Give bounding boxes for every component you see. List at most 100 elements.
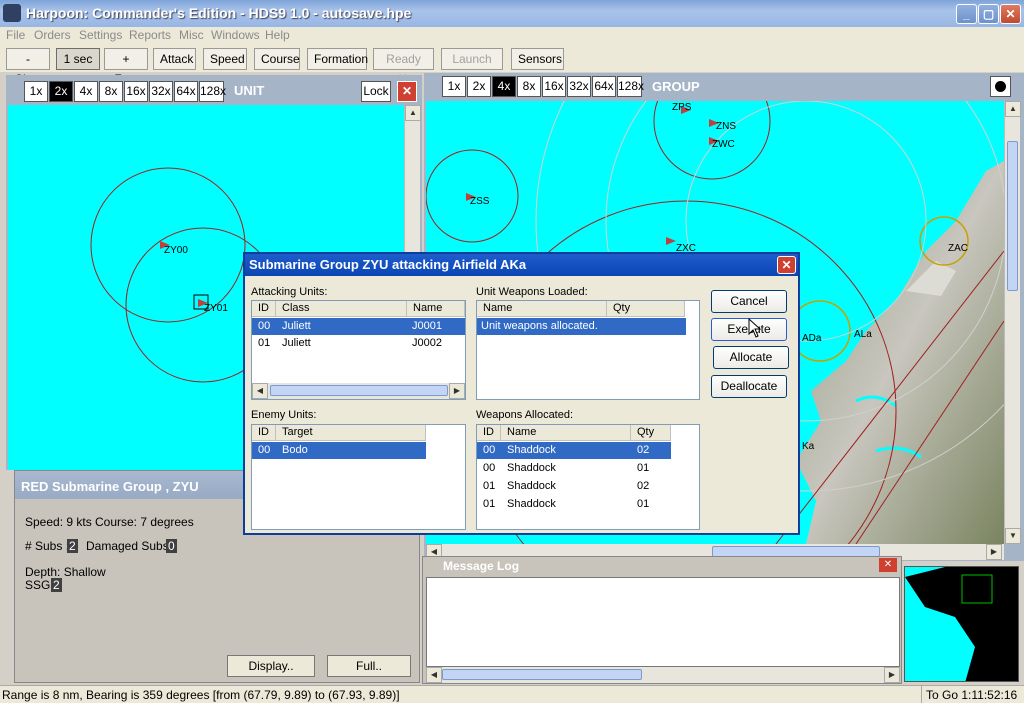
menu-windows[interactable]: Windows — [211, 28, 260, 42]
menu-misc[interactable]: Misc — [179, 28, 204, 42]
attacking-row-id: 01 — [258, 337, 271, 349]
weapons-loaded-list[interactable]: Name Qty Unit weapons allocated. — [476, 300, 700, 400]
attacking-row[interactable]: 01 Juliett J0002 — [252, 335, 465, 352]
group-zoom-1x[interactable]: 1x — [442, 76, 466, 97]
attacking-row[interactable]: 00 Juliett J0001 — [252, 318, 465, 335]
launch-button[interactable]: Launch — [441, 48, 503, 70]
unit-panel-close-button[interactable]: ✕ — [397, 81, 417, 102]
allocated-col-qty[interactable]: Qty — [631, 425, 671, 441]
allocated-row[interactable]: 00 Shaddock 01 — [477, 460, 671, 477]
group-scroll-down-arrow[interactable]: ▼ — [1005, 528, 1021, 544]
group-panel-title: GROUP — [652, 79, 700, 94]
group-zoom-16x[interactable]: 16x — [542, 76, 566, 97]
allocated-col-id[interactable]: ID — [477, 425, 501, 441]
attack-button[interactable]: Attack — [153, 48, 196, 70]
menu-help[interactable]: Help — [265, 28, 290, 42]
group-zoom-32x[interactable]: 32x — [567, 76, 591, 97]
group-record-button[interactable] — [990, 76, 1011, 97]
formation-button[interactable]: Formation — [307, 48, 368, 70]
allocated-row-id: 01 — [483, 480, 496, 492]
group-zoom-8x[interactable]: 8x — [517, 76, 541, 97]
allocated-row[interactable]: 00 Shaddock 02 — [477, 442, 671, 459]
course-text: Course: 7 degrees — [95, 515, 194, 529]
loaded-col-qty[interactable]: Qty — [607, 301, 685, 317]
group-zoom-bar: 1x 2x 4x 8x 16x 32x 64x 128x — [442, 76, 644, 97]
group-vscroll-thumb[interactable] — [1007, 141, 1018, 291]
lock-button[interactable]: Lock — [361, 81, 391, 102]
group-scroll-right-arrow[interactable]: ▶ — [986, 544, 1002, 560]
allocate-button[interactable]: Allocate — [713, 346, 789, 369]
attacking-units-label: Attacking Units: — [251, 286, 328, 298]
display-button[interactable]: Display.. — [227, 655, 315, 677]
unit-zoom-16x[interactable]: 16x — [124, 81, 148, 102]
cancel-button[interactable]: Cancel — [711, 290, 787, 313]
attacking-col-id[interactable]: ID — [252, 301, 276, 317]
fast-button[interactable]: + Fast — [104, 48, 148, 86]
group-scroll-up-arrow[interactable]: ▲ — [1005, 101, 1021, 117]
attacking-hscroll[interactable]: ◀ ▶ — [252, 383, 465, 399]
message-log-title: Message Log — [443, 559, 520, 573]
course-button[interactable]: Course — [254, 48, 300, 70]
allocated-row[interactable]: 01 Shaddock 02 — [477, 478, 671, 495]
attacking-scroll-right[interactable]: ▶ — [449, 383, 465, 399]
unit-zoom-32x[interactable]: 32x — [149, 81, 173, 102]
restore-button[interactable]: ▢ — [978, 4, 999, 24]
attacking-units-list[interactable]: ID Class Name 00 Juliett J0001 01 Juliet… — [251, 300, 466, 400]
message-log-area[interactable] — [426, 577, 900, 667]
allocated-col-name[interactable]: Name — [501, 425, 631, 441]
loaded-col-name[interactable]: Name — [477, 301, 607, 317]
speed-button[interactable]: Speed — [203, 48, 247, 70]
enemy-row-target: Bodo — [282, 444, 308, 456]
enemy-col-id[interactable]: ID — [252, 425, 276, 441]
message-log-close-button[interactable]: ✕ — [879, 558, 897, 572]
enemy-row[interactable]: 00 Bodo — [252, 442, 426, 459]
loaded-row[interactable]: Unit weapons allocated. — [477, 318, 686, 335]
menu-file[interactable]: File — [6, 28, 25, 42]
group-zoom-4x[interactable]: 4x — [492, 76, 516, 97]
message-log-hscroll[interactable]: ◀ ▶ — [426, 667, 900, 683]
sensors-button[interactable]: Sensors — [511, 48, 564, 70]
attacking-hscroll-thumb[interactable] — [270, 385, 448, 396]
scroll-up-arrow[interactable]: ▲ — [405, 105, 421, 121]
unit-zoom-128x[interactable]: 128x — [199, 81, 226, 102]
full-button[interactable]: Full.. — [327, 655, 411, 677]
group-zoom-128x[interactable]: 128x — [617, 76, 644, 97]
minimize-button[interactable]: _ — [956, 4, 977, 24]
attacking-col-class[interactable]: Class — [276, 301, 407, 317]
record-icon — [995, 81, 1006, 92]
unit-zoom-2x[interactable]: 2x — [49, 81, 73, 102]
time-step-button[interactable]: 1 sec — [56, 48, 100, 70]
unit-zoom-64x[interactable]: 64x — [174, 81, 198, 102]
toolbar: - Slow 1 sec + Fast Attack Speed Course … — [0, 45, 1024, 86]
group-label-zss: ZSS — [470, 196, 490, 207]
group-map-vscroll[interactable]: ▲ ▼ — [1004, 101, 1021, 544]
close-window-button[interactable]: ✕ — [1000, 4, 1021, 24]
attacking-col-name[interactable]: Name — [407, 301, 465, 317]
unit-zoom-8x[interactable]: 8x — [99, 81, 123, 102]
log-scroll-right-arrow[interactable]: ▶ — [884, 667, 900, 683]
log-scroll-left-arrow[interactable]: ◀ — [426, 667, 442, 683]
subs-label: # Subs : — [25, 539, 70, 553]
group-zoom-2x[interactable]: 2x — [467, 76, 491, 97]
weapons-allocated-list[interactable]: ID Name Qty 00 Shaddock 02 00 Shaddock 0… — [476, 424, 700, 530]
dialog-close-button[interactable]: ✕ — [777, 256, 796, 274]
deallocate-button[interactable]: Deallocate — [711, 375, 787, 398]
menu-orders[interactable]: Orders — [34, 28, 71, 42]
unit-zoom-1x[interactable]: 1x — [24, 81, 48, 102]
minimap[interactable] — [904, 566, 1019, 682]
enemy-col-target[interactable]: Target — [276, 425, 426, 441]
log-hscroll-thumb[interactable] — [442, 669, 642, 680]
allocated-row[interactable]: 01 Shaddock 01 — [477, 496, 671, 513]
attacking-scroll-left[interactable]: ◀ — [252, 383, 268, 399]
menu-reports[interactable]: Reports — [129, 28, 171, 42]
menu-settings[interactable]: Settings — [79, 28, 122, 42]
allocated-row-qty: 02 — [637, 444, 650, 456]
group-label-ada: ADa — [802, 333, 822, 344]
slow-button[interactable]: - Slow — [6, 48, 50, 86]
enemy-units-list[interactable]: ID Target 00 Bodo — [251, 424, 466, 530]
ready-air-button[interactable]: Ready Air — [373, 48, 434, 86]
group-zoom-64x[interactable]: 64x — [592, 76, 616, 97]
allocated-row-id: 00 — [483, 444, 496, 456]
allocated-row-id: 00 — [483, 462, 496, 474]
unit-zoom-4x[interactable]: 4x — [74, 81, 98, 102]
